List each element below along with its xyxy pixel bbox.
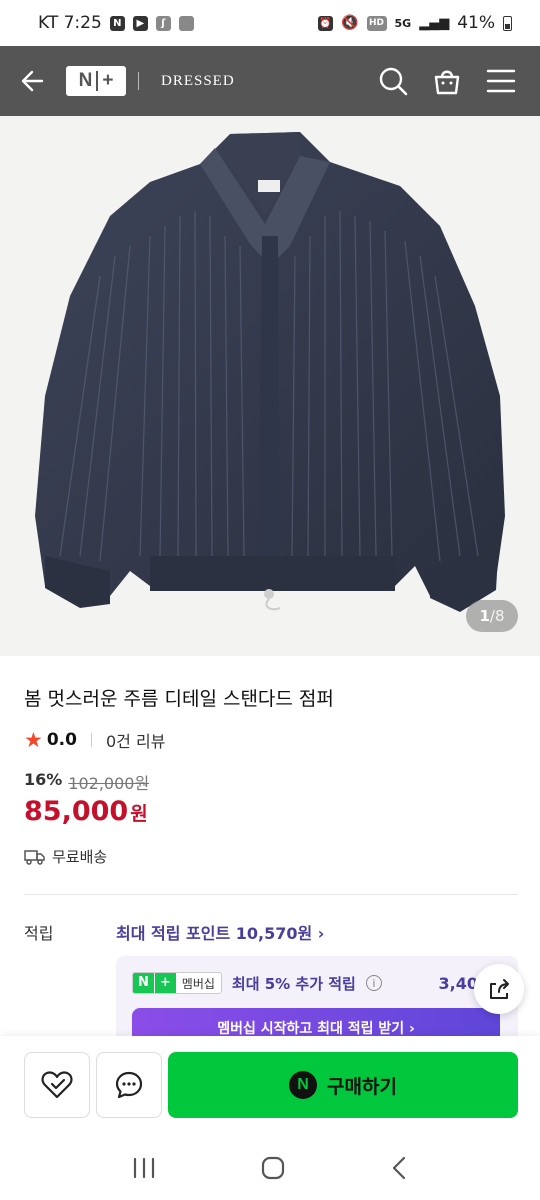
chat-bubble-icon bbox=[115, 1071, 143, 1099]
wishlist-button[interactable] bbox=[24, 1052, 90, 1118]
points-row: 적립 최대 적립 포인트 10,570원 › bbox=[24, 920, 518, 944]
carrier-time: KT 7:25 bbox=[38, 13, 102, 33]
product-image[interactable]: 1 /8 bbox=[0, 116, 540, 656]
top-header: N + DRESSED bbox=[0, 46, 540, 116]
share-icon bbox=[490, 979, 509, 999]
system-nav-bar bbox=[0, 1136, 540, 1200]
back-arrow-icon bbox=[21, 70, 44, 92]
bottom-action-bar: N 구매하기 bbox=[0, 1036, 540, 1136]
back-nav-icon[interactable] bbox=[389, 1155, 409, 1181]
cart-icon[interactable] bbox=[432, 66, 462, 96]
membership-amount: 3,40 bbox=[438, 974, 478, 993]
network-label: 5G bbox=[394, 16, 412, 30]
star-icon: ★ bbox=[24, 727, 43, 752]
rating-score: 0.0 bbox=[46, 730, 77, 750]
signal-icon: ▂▄▆ bbox=[419, 15, 450, 31]
jacket-image bbox=[35, 132, 505, 612]
home-icon[interactable] bbox=[260, 1155, 286, 1181]
rating-row[interactable]: ★ 0.0 0건 리뷰 bbox=[24, 728, 165, 752]
app-icon-2 bbox=[178, 15, 194, 31]
talk-button[interactable] bbox=[96, 1052, 162, 1118]
youtube-icon: ▶ bbox=[132, 15, 148, 31]
review-count[interactable]: 0건 리뷰 bbox=[106, 728, 165, 752]
buy-button-label: 구매하기 bbox=[327, 1075, 397, 1098]
naver-icon: N bbox=[109, 15, 125, 31]
membership-extra-points: 최대 5% 추가 적립 bbox=[231, 974, 356, 993]
section-divider bbox=[24, 894, 518, 895]
battery-icon bbox=[503, 15, 512, 31]
back-button[interactable] bbox=[0, 46, 66, 116]
points-label: 적립 bbox=[24, 924, 54, 943]
shipping-info: 무료배송 bbox=[24, 846, 107, 867]
brand-name[interactable]: DRESSED bbox=[161, 73, 235, 90]
hd-icon: HD bbox=[366, 15, 387, 31]
max-points-link[interactable]: 최대 적립 포인트 10,570원 › bbox=[116, 920, 324, 944]
alarm-icon: ⏰ bbox=[318, 15, 334, 31]
app-icon: ʃ bbox=[155, 15, 171, 31]
buy-button[interactable]: N 구매하기 bbox=[168, 1052, 518, 1118]
discount-row: 16% 102,000원 bbox=[24, 770, 149, 794]
search-icon[interactable] bbox=[378, 66, 408, 96]
sale-price: 85,000 원 bbox=[24, 796, 148, 827]
share-button[interactable] bbox=[474, 964, 524, 1014]
header-divider bbox=[138, 72, 139, 90]
npay-icon: N bbox=[289, 1071, 318, 1099]
discount-rate: 16% bbox=[24, 770, 63, 789]
menu-icon[interactable] bbox=[486, 68, 516, 94]
naver-plus-logo[interactable]: N + bbox=[66, 66, 126, 96]
naver-plus-membership-badge: N + 멤버십 bbox=[132, 972, 222, 994]
shipping-label: 무료배송 bbox=[52, 848, 108, 866]
truck-icon bbox=[24, 849, 45, 865]
mute-icon: 🔇 bbox=[341, 15, 359, 31]
image-counter: 1 /8 bbox=[466, 600, 518, 632]
status-bar: KT 7:25 N ▶ ʃ ⏰ 🔇 HD 5G ▂▄▆ 41% bbox=[0, 0, 540, 46]
original-price: 102,000원 bbox=[68, 774, 150, 793]
battery-percent: 41% bbox=[457, 13, 495, 33]
product-title: 봄 멋스러운 주름 디테일 스탠다드 점퍼 bbox=[24, 688, 334, 710]
info-icon[interactable]: i bbox=[365, 975, 382, 991]
rating-divider bbox=[90, 733, 92, 747]
heart-check-icon bbox=[41, 1071, 73, 1099]
recent-apps-icon[interactable] bbox=[131, 1156, 157, 1180]
app-root: KT 7:25 N ▶ ʃ ⏰ 🔇 HD 5G ▂▄▆ 41% N + DRES… bbox=[0, 0, 540, 1200]
